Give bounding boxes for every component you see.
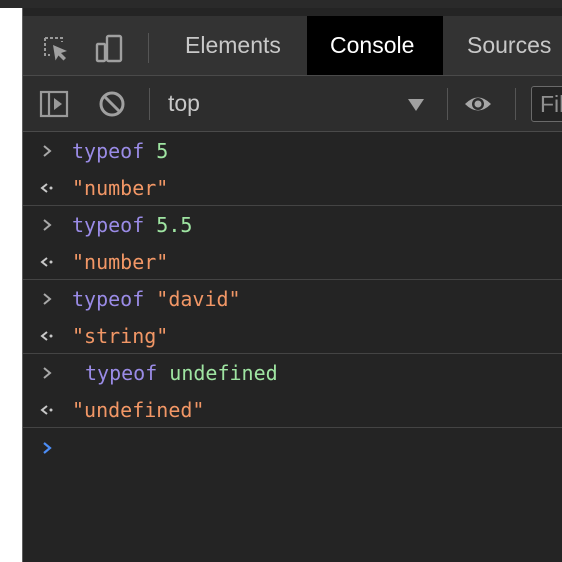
code-undefined: undefined bbox=[169, 361, 278, 385]
tab-elements[interactable]: Elements bbox=[162, 16, 304, 75]
console-input-code: typeof 5.5 bbox=[72, 213, 192, 237]
console-input-line[interactable]: typeof "david" bbox=[23, 280, 562, 317]
chevron-right-icon bbox=[39, 217, 55, 233]
console-input-code: typeof "david" bbox=[72, 287, 241, 311]
console-output-line: "number" bbox=[23, 243, 562, 280]
console-log: typeof 5 "number" typeof 5.5 "number" ty… bbox=[23, 132, 562, 428]
tab-separator bbox=[148, 33, 149, 63]
console-input-line[interactable]: typeof undefined bbox=[23, 354, 562, 391]
tab-sources[interactable]: Sources bbox=[444, 16, 562, 75]
toolbar-separator bbox=[515, 88, 516, 120]
return-arrow-icon bbox=[39, 328, 55, 344]
show-sidebar-icon[interactable] bbox=[39, 89, 69, 119]
console-input-code: typeof undefined bbox=[85, 361, 278, 385]
console-entry: typeof 5 "number" bbox=[23, 132, 562, 206]
live-expression-eye-icon[interactable] bbox=[463, 89, 493, 119]
console-entry: typeof undefined "undefined" bbox=[23, 354, 562, 428]
return-arrow-icon bbox=[39, 402, 55, 418]
code-number: 5 bbox=[156, 139, 169, 163]
inspect-element-icon[interactable] bbox=[41, 34, 71, 64]
chevron-right-icon bbox=[39, 291, 55, 307]
console-output-value: "undefined" bbox=[72, 398, 205, 422]
code-keyword: typeof bbox=[72, 287, 145, 311]
console-entry: typeof "david" "string" bbox=[23, 280, 562, 354]
console-toolbar: top bbox=[23, 76, 562, 132]
code-keyword: typeof bbox=[72, 139, 145, 163]
chevron-right-icon bbox=[39, 440, 55, 456]
console-entry: typeof 5.5 "number" bbox=[23, 206, 562, 280]
console-output-line: "undefined" bbox=[23, 391, 562, 428]
console-prompt-input[interactable] bbox=[23, 428, 562, 468]
console-output-value: "number" bbox=[72, 250, 169, 274]
context-label: top bbox=[168, 90, 200, 116]
console-output-value: "number" bbox=[72, 176, 169, 200]
device-toolbar-icon[interactable] bbox=[94, 34, 124, 64]
devtools-panel: Elements Console Sources top Fil typeof … bbox=[22, 8, 562, 562]
code-string: "david" bbox=[156, 287, 241, 311]
console-output-value: "string" bbox=[72, 324, 169, 348]
console-input-code: typeof 5 bbox=[72, 139, 168, 163]
chevron-right-icon bbox=[39, 365, 55, 381]
screenshot-root: Elements Console Sources top Fil typeof … bbox=[0, 0, 562, 562]
code-keyword: typeof bbox=[85, 361, 158, 385]
toolbar-separator bbox=[447, 88, 448, 120]
clear-console-icon[interactable] bbox=[97, 89, 127, 119]
execution-context-select[interactable]: top bbox=[166, 84, 436, 124]
devtools-tab-bar: Elements Console Sources bbox=[23, 16, 562, 76]
console-input-line[interactable]: typeof 5.5 bbox=[23, 206, 562, 243]
browser-top-strip bbox=[0, 0, 562, 8]
tab-console[interactable]: Console bbox=[307, 16, 443, 75]
toolbar-separator bbox=[149, 88, 150, 120]
console-output-line: "string" bbox=[23, 317, 562, 354]
filter-input[interactable] bbox=[531, 86, 562, 122]
console-input-line[interactable]: typeof 5 bbox=[23, 132, 562, 169]
console-output-line: "number" bbox=[23, 169, 562, 206]
dropdown-arrow-icon bbox=[408, 99, 424, 111]
code-number: 5.5 bbox=[156, 213, 193, 237]
code-keyword: typeof bbox=[72, 213, 145, 237]
return-arrow-icon bbox=[39, 254, 55, 270]
chevron-right-icon bbox=[39, 143, 55, 159]
return-arrow-icon bbox=[39, 180, 55, 196]
